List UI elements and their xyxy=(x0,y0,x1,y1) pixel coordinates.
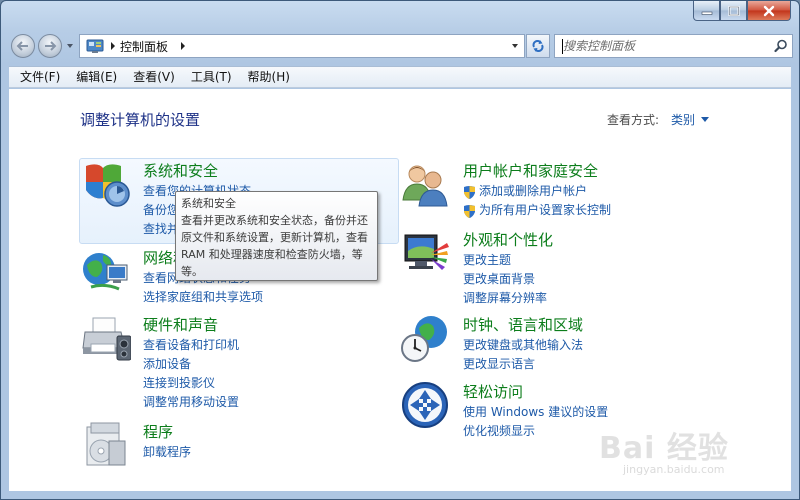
menu-edit[interactable]: 编辑(E) xyxy=(68,67,125,87)
view-by-label: 查看方式: xyxy=(607,113,660,127)
forward-button[interactable] xyxy=(38,34,62,58)
network-globe-icon xyxy=(81,247,133,299)
link-text: 为所有用户设置家长控制 xyxy=(479,203,612,217)
link-optimize-visual-display[interactable]: 优化视频显示 xyxy=(463,422,608,441)
breadcrumb-arrow-icon[interactable] xyxy=(176,42,190,50)
category-title[interactable]: 程序 xyxy=(143,421,173,442)
link-add-remove-accounts[interactable]: 添加或删除用户帐户 xyxy=(463,182,611,201)
minimize-icon xyxy=(701,11,712,15)
menu-tools[interactable]: 工具(T) xyxy=(183,67,240,87)
search-input[interactable] xyxy=(555,39,770,53)
chevron-down-icon xyxy=(67,44,73,48)
link-connect-projector[interactable]: 连接到投影仪 xyxy=(143,374,239,393)
link-add-device[interactable]: 添加设备 xyxy=(143,355,239,374)
category-links: 添加或删除用户帐户 为所有用户设置家长控制 xyxy=(463,182,611,220)
view-by-value: 类别 xyxy=(671,113,696,127)
programs-icon xyxy=(81,421,133,473)
control-panel-window: 控制面板 文件(F) 编辑(E) 查看(V) 工具(T) 帮助(H) 调整计算机… xyxy=(0,0,800,500)
tooltip: 系统和安全 查看并更改系统和安全状态，备份并还原文件和系统设置，更新计算机，查看… xyxy=(175,191,378,281)
baidu-watermark: Bai 经验 jingyan.baidu.com xyxy=(599,423,777,481)
link-devices-printers[interactable]: 查看设备和打印机 xyxy=(143,336,239,355)
uac-shield-icon xyxy=(464,204,475,218)
menu-file[interactable]: 文件(F) xyxy=(12,67,68,87)
tooltip-title: 系统和安全 xyxy=(181,197,236,210)
close-icon xyxy=(763,5,775,16)
back-button[interactable] xyxy=(11,34,35,58)
category-title[interactable]: 时钟、语言和区域 xyxy=(463,314,583,335)
link-windows-recommended-settings[interactable]: 使用 Windows 建议的设置 xyxy=(463,403,608,422)
minimize-button[interactable] xyxy=(693,1,720,21)
breadcrumb-arrow-icon[interactable] xyxy=(106,42,120,50)
maximize-button[interactable] xyxy=(720,1,747,21)
link-text: 添加或删除用户帐户 xyxy=(479,184,588,198)
category-user-accounts[interactable]: 用户帐户和家庭安全 添加或删除用户帐户 为所有用户设置家长控制 xyxy=(401,160,731,220)
clock-globe-icon xyxy=(401,314,453,366)
category-links: 查看设备和打印机 添加设备 连接到投影仪 调整常用移动设置 xyxy=(143,336,239,412)
page-title: 调整计算机的设置 xyxy=(80,111,201,129)
address-bar[interactable]: 控制面板 xyxy=(79,34,525,58)
category-links: 更改主题 更改桌面背景 调整屏幕分辨率 xyxy=(463,251,547,308)
link-change-input-method[interactable]: 更改键盘或其他输入法 xyxy=(463,336,583,355)
link-homegroup-sharing[interactable]: 选择家庭组和共享选项 xyxy=(143,288,263,307)
link-change-theme[interactable]: 更改主题 xyxy=(463,251,547,270)
link-change-display-language[interactable]: 更改显示语言 xyxy=(463,355,583,374)
recent-pages-dropdown[interactable] xyxy=(65,41,75,51)
search-icon[interactable] xyxy=(770,39,792,53)
menu-bar: 文件(F) 编辑(E) 查看(V) 工具(T) 帮助(H) xyxy=(9,66,791,88)
link-parental-controls[interactable]: 为所有用户设置家长控制 xyxy=(463,201,611,220)
printer-icon xyxy=(81,314,133,366)
address-dropdown[interactable] xyxy=(510,41,520,51)
appearance-monitor-icon xyxy=(401,229,453,281)
security-shield-icon xyxy=(81,160,133,212)
caption-buttons xyxy=(693,1,791,21)
tooltip-body: 查看并更改系统和安全状态，备份并还原文件和系统设置，更新计算机，查看 RAM 和… xyxy=(181,214,368,278)
back-arrow-icon xyxy=(16,41,28,51)
forward-arrow-icon xyxy=(45,41,57,51)
refresh-button[interactable] xyxy=(526,34,550,58)
link-mobility-settings[interactable]: 调整常用移动设置 xyxy=(143,393,239,412)
category-links: 卸载程序 xyxy=(143,443,191,462)
close-button[interactable] xyxy=(747,1,791,21)
view-by: 查看方式: 类别 xyxy=(607,111,710,128)
chevron-down-icon xyxy=(512,44,518,48)
search-box[interactable] xyxy=(554,34,793,58)
category-title[interactable]: 轻松访问 xyxy=(463,381,523,402)
menu-help[interactable]: 帮助(H) xyxy=(240,67,298,87)
link-change-background[interactable]: 更改桌面背景 xyxy=(463,270,547,289)
control-panel-icon xyxy=(84,35,106,57)
category-title[interactable]: 用户帐户和家庭安全 xyxy=(463,160,598,181)
category-links: 使用 Windows 建议的设置 优化视频显示 xyxy=(463,403,608,441)
text-caret xyxy=(562,39,563,54)
category-title[interactable]: 外观和个性化 xyxy=(463,229,553,250)
link-uninstall-program[interactable]: 卸载程序 xyxy=(143,443,191,462)
category-links: 更改键盘或其他输入法 更改显示语言 xyxy=(463,336,583,374)
view-by-dropdown[interactable]: 类别 xyxy=(671,111,710,128)
uac-shield-icon xyxy=(464,185,475,199)
chevron-down-icon xyxy=(701,116,710,122)
navigation-row: 控制面板 xyxy=(9,33,793,59)
refresh-icon xyxy=(532,40,544,52)
category-programs[interactable]: 程序 卸载程序 xyxy=(81,421,381,471)
watermark-text: Bai 经验 xyxy=(599,431,729,466)
maximize-icon xyxy=(728,5,739,16)
content-area: 调整计算机的设置 查看方式: 类别 系统和安全 网络和 选择家庭组和共享选项 硬… xyxy=(9,89,791,491)
category-clock-language-region[interactable]: 时钟、语言和区域 更改键盘或其他输入法 更改显示语言 xyxy=(401,314,731,374)
category-appearance[interactable]: 外观和个性化 更改主题 更改桌面背景 调整屏幕分辨率 xyxy=(401,229,731,305)
category-hardware-sound[interactable]: 硬件和声音 查看设备和打印机 添加设备 连接到投影仪 调整常用移动设置 xyxy=(81,314,381,409)
watermark-subtext: jingyan.baidu.com xyxy=(623,463,725,476)
category-title[interactable]: 系统和安全 xyxy=(143,160,218,181)
link-screen-resolution[interactable]: 调整屏幕分辨率 xyxy=(463,289,547,308)
ease-of-access-icon xyxy=(401,381,453,433)
category-title[interactable]: 硬件和声音 xyxy=(143,314,218,335)
breadcrumb-control-panel[interactable]: 控制面板 xyxy=(120,38,168,55)
users-icon xyxy=(401,160,453,212)
menu-view[interactable]: 查看(V) xyxy=(125,67,183,87)
